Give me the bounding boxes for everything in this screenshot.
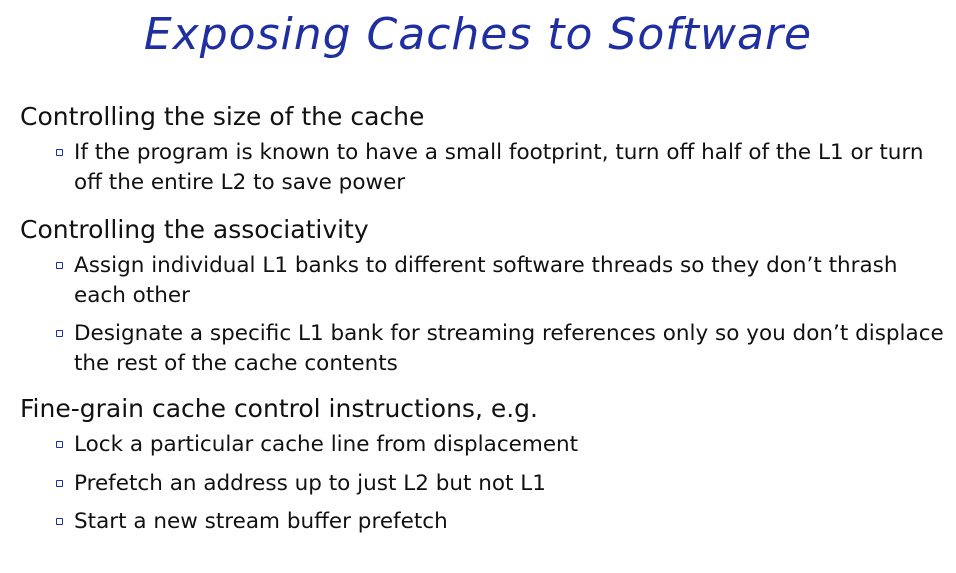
bullet-text: Assign individual L1 banks to different … bbox=[74, 253, 898, 308]
bullet-text: Start a new stream buffer prefetch bbox=[74, 509, 448, 534]
square-bullet-icon bbox=[56, 479, 63, 487]
bullet-item: If the program is known to have a small … bbox=[56, 138, 950, 197]
square-bullet-icon bbox=[56, 518, 63, 525]
section-heading-fine-grain: Fine-grain cache control instructions, e… bbox=[20, 394, 538, 423]
bullet-text: Lock a particular cache line from displa… bbox=[74, 432, 579, 457]
slide: Exposing Caches to Software Controlling … bbox=[0, 0, 956, 573]
section-heading-associativity: Controlling the associativity bbox=[20, 215, 369, 244]
bullet-list-fine-grain: Lock a particular cache line from displa… bbox=[20, 430, 950, 537]
section-heading-cache-size: Controlling the size of the cache bbox=[20, 102, 425, 131]
bullet-item: Start a new stream buffer prefetch bbox=[56, 507, 950, 537]
square-bullet-icon bbox=[56, 149, 63, 156]
bullet-item: Assign individual L1 banks to different … bbox=[56, 251, 950, 310]
bullet-text: If the program is known to have a small … bbox=[74, 140, 924, 195]
slide-title: Exposing Caches to Software bbox=[143, 9, 813, 60]
bullet-text: Prefetch an address up to just L2 but no… bbox=[74, 470, 546, 496]
bullet-item: Designate a specific L1 bank for streami… bbox=[56, 319, 950, 378]
bullet-item: Prefetch an address up to just L2 but no… bbox=[56, 469, 950, 499]
bullet-list-associativity: Assign individual L1 banks to different … bbox=[20, 251, 950, 378]
square-bullet-icon bbox=[56, 262, 63, 269]
bullet-list-cache-size: If the program is known to have a small … bbox=[20, 138, 950, 197]
square-bullet-icon bbox=[56, 441, 63, 448]
square-bullet-icon bbox=[56, 330, 63, 337]
bullet-text: Designate a specific L1 bank for streami… bbox=[74, 321, 944, 376]
bullet-item: Lock a particular cache line from displa… bbox=[56, 430, 950, 460]
slide-content: Controlling the size of the cache If the… bbox=[20, 100, 950, 546]
